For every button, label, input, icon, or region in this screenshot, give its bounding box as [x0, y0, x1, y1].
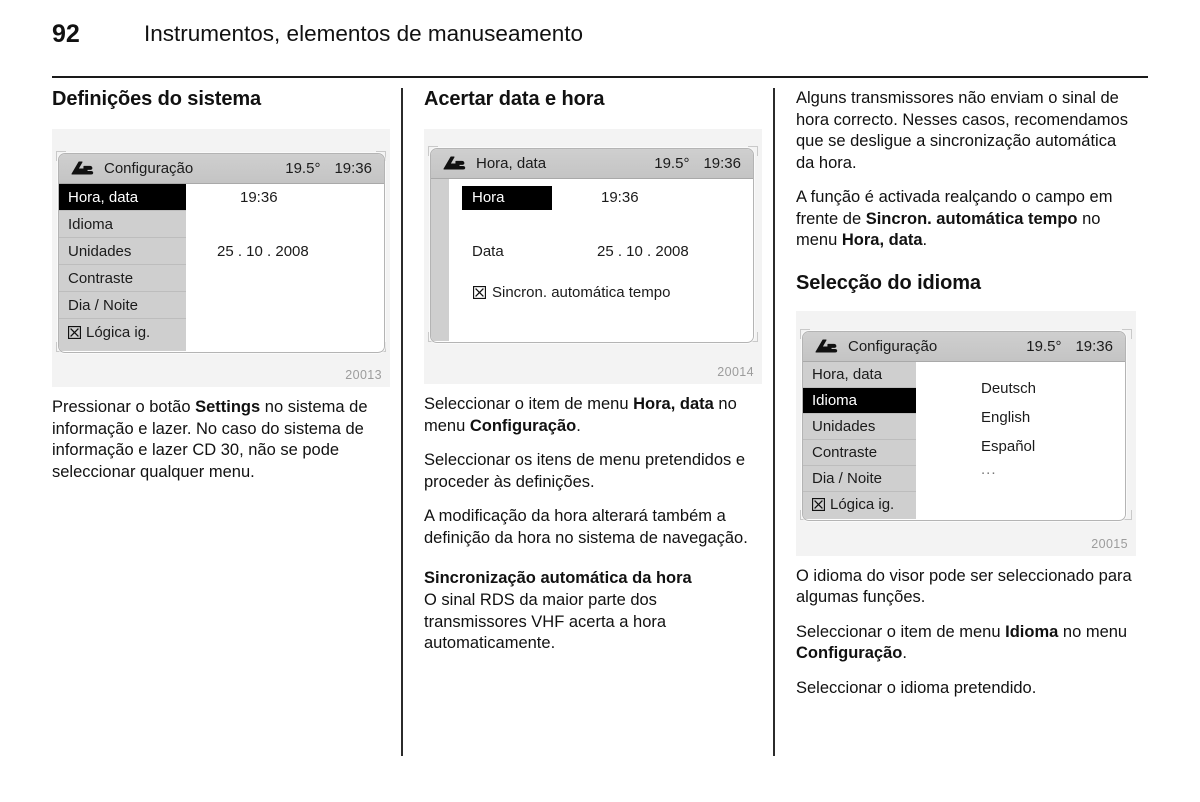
row-hora-value[interactable]: 19:36	[601, 189, 639, 206]
paragraph-select-desired: Seleccionar o idioma pretendido.	[796, 678, 1037, 697]
display-rows-panel: Hora 19:36 Data 25 . 10 . 2008 Sincron. …	[449, 179, 753, 341]
menu-item-logica-ig[interactable]: Lógica ig.	[803, 491, 916, 518]
menu-item-dia-noite[interactable]: Dia / Noite	[803, 465, 916, 492]
language-option-deutsch[interactable]: Deutsch	[981, 380, 1036, 397]
display-clock: 19:36	[1075, 337, 1113, 355]
paragraph-some-transmitters: Alguns transmissores não enviam o sinal …	[796, 89, 1128, 172]
display-value-panel: 19:36 25 . 10 . 2008	[186, 184, 384, 351]
display-title: Configuração	[848, 337, 938, 355]
menu-item-unidades[interactable]: Unidades	[803, 413, 916, 440]
column-divider-2	[773, 88, 775, 756]
row-label-text: Hora	[472, 189, 505, 206]
display-body: Hora, data Idioma Unidades Contraste Dia…	[803, 361, 1125, 519]
menu-item-idioma[interactable]: Idioma	[803, 387, 916, 414]
value-time: 19:36	[240, 189, 278, 206]
menu-item-logica-ig[interactable]: Lógica ig.	[59, 319, 186, 346]
settings-wrench-icon	[813, 337, 839, 355]
section-heading-seleccao-idioma: Selecção do idioma	[796, 271, 981, 294]
settings-wrench-icon	[441, 155, 467, 173]
menu-item-label: Unidades	[812, 417, 876, 435]
menu-item-label: Lógica ig.	[86, 324, 151, 341]
paragraph-display-language: O idioma do visor pode ser seleccionado …	[796, 566, 1132, 607]
menu-item-label: Dia / Noite	[68, 296, 139, 314]
row-label-text: Data	[472, 243, 504, 260]
paragraph-settings-button: Pressionar o botão Settings no sistema d…	[52, 398, 368, 481]
column-divider-1	[401, 88, 403, 756]
row-sync-automatic[interactable]: Sincron. automática tempo	[473, 284, 670, 301]
infotainment-display-language[interactable]: Configuração 19.5° 19:36 Hora, data Idio…	[802, 330, 1126, 521]
page-header: 92 Instrumentos, elementos de manuseamen…	[0, 0, 1200, 78]
menu-item-hora-data[interactable]: Hora, data	[803, 361, 916, 388]
row-hora-label[interactable]: Hora	[462, 186, 552, 210]
checkbox-checked-icon[interactable]	[68, 326, 81, 339]
menu-item-label: Idioma	[68, 215, 114, 233]
display-header-bar: Configuração 19.5° 19:36	[803, 331, 1125, 362]
paragraph-select-items: Seleccionar os itens de menu pretendidos…	[424, 451, 746, 491]
infotainment-display-time-date[interactable]: Hora, data 19.5° 19:36 Hora 19:36 Data 2…	[430, 148, 754, 343]
checkbox-checked-icon[interactable]	[473, 286, 486, 299]
display-temperature: 19.5°	[654, 155, 690, 172]
menu-item-label: Contraste	[68, 269, 134, 287]
display-clock: 19:36	[334, 160, 372, 177]
row-data-value[interactable]: 25 . 10 . 2008	[597, 243, 689, 260]
display-title: Hora, data	[476, 155, 547, 172]
paragraph-rds-signal: O sinal RDS da maior parte dos transmiss…	[424, 591, 667, 652]
figure-caption: 20013	[345, 368, 382, 382]
page-number: 92	[52, 20, 80, 48]
menu-item-idioma[interactable]: Idioma	[59, 211, 186, 238]
display-header-bar: Configuração 19.5° 19:36	[59, 154, 384, 184]
column-two: Acertar data e hora Hora, data 19.5° 19:…	[424, 88, 762, 668]
paragraph-function-activated: A função é activada realçando o campo em…	[796, 188, 1113, 249]
section-heading-acertar-data-hora: Acertar data e hora	[424, 88, 605, 110]
language-option-espanol[interactable]: Español	[981, 438, 1035, 455]
menu-item-label: Hora, data	[812, 365, 883, 383]
checkbox-checked-icon[interactable]	[812, 498, 825, 511]
paragraph-select-idioma: Seleccionar o item de menu Idioma no men…	[796, 622, 1128, 663]
page-title: Instrumentos, elementos de manuseamento	[144, 21, 583, 46]
column-one: Definições do sistema Configuração 19.5°…	[52, 88, 390, 496]
menu-item-hora-data[interactable]: Hora, data	[59, 184, 186, 211]
display-menu-list[interactable]: Hora, data Idioma Unidades Contraste Dia…	[803, 361, 916, 519]
display-temperature: 19.5°	[285, 160, 321, 177]
menu-item-label: Idioma	[812, 391, 858, 409]
display-clock: 19:36	[703, 155, 741, 172]
paragraph-modify-time: A modificação da hora alterará também a …	[424, 507, 748, 547]
menu-item-dia-noite[interactable]: Dia / Noite	[59, 292, 186, 319]
settings-wrench-icon	[69, 160, 95, 178]
menu-item-label: Lógica ig.	[830, 496, 895, 513]
row-sync-label: Sincron. automática tempo	[492, 284, 671, 301]
menu-item-label: Contraste	[812, 443, 878, 461]
section-heading-definicoes: Definições do sistema	[52, 88, 262, 110]
menu-item-contraste[interactable]: Contraste	[59, 265, 186, 292]
figure-language-selection: Configuração 19.5° 19:36 Hora, data Idio…	[796, 310, 1136, 556]
infotainment-display-settings[interactable]: Configuração 19.5° 19:36 Hora, data Idio…	[58, 153, 385, 353]
display-header-bar: Hora, data 19.5° 19:36	[431, 149, 753, 179]
display-body: Hora 19:36 Data 25 . 10 . 2008 Sincron. …	[431, 179, 753, 341]
subheading-sincronizacao: Sincronização automática da hora	[424, 569, 692, 587]
menu-item-label: Unidades	[68, 242, 132, 260]
display-language-panel: Deutsch English Español ...	[916, 361, 1125, 519]
display-title: Configuração	[104, 160, 194, 177]
menu-item-label: Dia / Noite	[812, 469, 883, 487]
language-option-english[interactable]: English	[981, 409, 1030, 426]
paragraph-select-hora-data: Seleccionar o item de menu Hora, data no…	[424, 395, 737, 435]
display-temperature: 19.5°	[1026, 337, 1062, 355]
figure-set-date-time: Hora, data 19.5° 19:36 Hora 19:36 Data 2…	[424, 129, 762, 384]
menu-item-contraste[interactable]: Contraste	[803, 439, 916, 466]
menu-item-unidades[interactable]: Unidades	[59, 238, 186, 265]
column-three: Alguns transmissores não enviam o sinal …	[796, 88, 1136, 712]
display-menu-list[interactable]: Hora, data Idioma Unidades Contraste Dia…	[59, 184, 186, 351]
header-divider-rule	[52, 76, 1148, 78]
figure-caption: 20015	[1091, 536, 1128, 551]
row-data-label[interactable]: Data	[472, 243, 504, 260]
figure-system-settings: Configuração 19.5° 19:36 Hora, data Idio…	[52, 129, 390, 387]
value-date: 25 . 10 . 2008	[217, 243, 309, 260]
language-option-more[interactable]: ...	[981, 461, 997, 478]
display-body: Hora, data Idioma Unidades Contraste Dia…	[59, 184, 384, 351]
display-left-rail	[431, 179, 449, 341]
figure-caption: 20014	[717, 365, 754, 379]
menu-item-label: Hora, data	[68, 188, 139, 206]
